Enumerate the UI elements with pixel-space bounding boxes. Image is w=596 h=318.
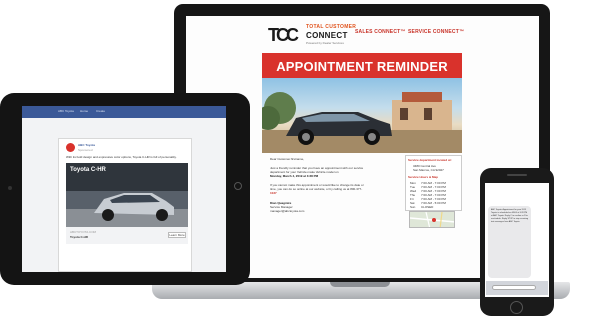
page-avatar[interactable]: [66, 143, 75, 152]
service-location-header: Service department located at:: [408, 158, 452, 162]
appointment-date: Monday, March 4, 2019 at 3:28 PM: [270, 174, 319, 178]
hours-day: Sun: [410, 205, 416, 209]
logo-tagline: Powered by Dealer Services: [306, 41, 344, 45]
facebook-top-bar: [22, 106, 226, 118]
page-name[interactable]: ABC Toyota: [78, 143, 95, 147]
sales-connect-link[interactable]: SALES CONNECT™: [355, 29, 406, 35]
post-text: With its bold design and expressive colo…: [66, 155, 177, 159]
tablet-home-button[interactable]: [234, 182, 242, 190]
email-greeting: Dear Customer.firstname,: [270, 157, 305, 161]
service-hours-header: Service Hours & Map: [408, 175, 439, 179]
post-image-title: Toyota C-HR: [70, 167, 106, 173]
laptop-notch: [330, 282, 390, 287]
learn-more-button[interactable]: Learn More: [168, 232, 186, 238]
facebook-nav-item[interactable]: Create: [96, 109, 105, 113]
hours-time: CLOSED: [421, 205, 434, 209]
logo-line-total-customer: TOTAL CUSTOMER: [306, 24, 357, 30]
tablet-camera: [8, 186, 12, 190]
facebook-nav-item[interactable]: ABC Toyota: [58, 109, 74, 113]
phone-home-button[interactable]: [510, 301, 523, 314]
link-domain: ABCTOYOTA.COM: [70, 230, 97, 234]
address-line-2: San Marcos, CA 92027: [413, 168, 444, 172]
tcc-logo-mark: TCC: [268, 25, 299, 45]
service-connect-link[interactable]: SERVICE CONNECT™: [408, 29, 464, 35]
suv-illustration-icon: [262, 92, 462, 153]
hero-vehicle-image: [262, 78, 462, 153]
link-title: Toyota C-HR: [70, 235, 88, 239]
message-input[interactable]: [492, 285, 536, 290]
map-pin-icon: [410, 212, 454, 227]
sms-message-text: ABC Toyota: Appointment for your 2019 To…: [491, 209, 529, 223]
signature-email[interactable]: manager@abctoyota.com: [270, 209, 304, 213]
facebook-nav-item[interactable]: Home: [80, 109, 88, 113]
logo-line-connect: CONNECT: [306, 31, 348, 40]
location-map[interactable]: [409, 211, 455, 228]
phone-number-link[interactable]: 1037: [270, 191, 404, 195]
post-meta: Sponsored: [78, 148, 93, 152]
phone-speaker: [507, 174, 527, 176]
banner-title: APPOINTMENT REMINDER: [276, 59, 448, 74]
